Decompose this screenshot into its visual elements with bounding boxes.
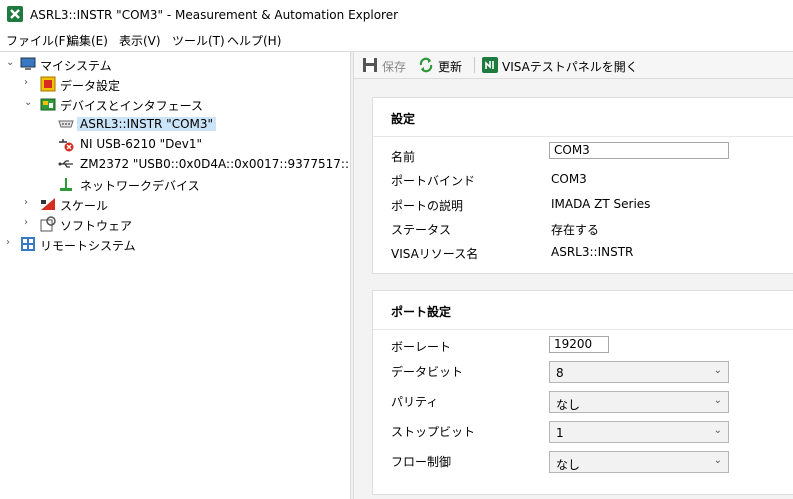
parity-value: なし xyxy=(556,398,581,412)
tree-item-data-settings[interactable]: › データ設定 xyxy=(0,74,340,94)
save-icon xyxy=(362,57,378,73)
status-value: 存在する xyxy=(551,223,600,237)
properties-pane: 保存 更新 VISAテストパネルを開く 設定 名前 COM3 ポートバインド C… xyxy=(354,52,793,499)
toolbar-separator xyxy=(474,57,475,73)
remote-icon xyxy=(20,236,36,252)
visa-test-panel-label: VISAテストパネルを開く xyxy=(502,60,638,74)
menu-help[interactable]: ヘルプ(H) xyxy=(227,32,281,49)
chevron-down-icon[interactable]: ⌄ xyxy=(6,57,16,69)
tree-item-label: リモートシステム xyxy=(40,239,136,253)
stop-bits-value: 1 xyxy=(556,426,564,440)
port-description-label: ポートの説明 xyxy=(391,199,464,213)
usb-error-icon xyxy=(58,136,74,152)
refresh-icon xyxy=(418,57,434,73)
title-bar: ASRL3::INSTR "COM3" - Measurement & Auto… xyxy=(0,0,793,30)
chevron-right-icon[interactable]: › xyxy=(24,197,34,209)
tree-item-label: ZM2372 "USB0::0x0D4A::0x0017::9377517::I… xyxy=(80,157,391,171)
tree-item-network-devices[interactable]: ネットワークデバイス xyxy=(0,174,340,194)
computer-icon xyxy=(20,56,36,72)
tree-item-label: データ設定 xyxy=(60,79,121,93)
chevron-right-icon[interactable]: › xyxy=(6,237,16,249)
mx-app-icon xyxy=(7,6,23,22)
tree-item-devices[interactable]: ⌄ デバイスとインタフェース xyxy=(0,94,340,114)
menu-tools[interactable]: ツール(T) xyxy=(172,32,225,49)
scale-icon xyxy=(40,196,56,212)
chevron-down-icon: ⌄ xyxy=(713,455,722,466)
flow-control-select[interactable]: なし ⌄ xyxy=(549,451,729,473)
tree-item-my-system[interactable]: ⌄ マイシステム xyxy=(0,54,340,74)
save-button[interactable]: 保存 xyxy=(362,56,410,74)
ni-logo-icon xyxy=(482,57,498,73)
network-icon xyxy=(58,176,74,192)
menu-file[interactable]: ファイル(F) xyxy=(6,32,70,49)
serial-port-icon xyxy=(58,116,74,132)
chevron-down-icon[interactable]: ⌄ xyxy=(24,97,34,109)
chevron-right-icon[interactable]: › xyxy=(24,217,34,229)
tree-item-scales[interactable]: › スケール xyxy=(0,194,340,214)
port-settings-title: ポート設定 xyxy=(391,305,452,319)
tree-item-usb6210[interactable]: NI USB-6210 "Dev1" xyxy=(0,134,340,154)
chevron-down-icon: ⌄ xyxy=(713,395,722,406)
port-binding-value: COM3 xyxy=(551,172,587,186)
menu-edit[interactable]: 編集(E) xyxy=(67,32,108,49)
tree-item-label: NI USB-6210 "Dev1" xyxy=(80,137,203,151)
status-label: ステータス xyxy=(391,223,452,237)
tree-item-asrl3[interactable]: ASRL3::INSTR "COM3" xyxy=(0,114,340,134)
save-label: 保存 xyxy=(382,60,407,74)
flow-control-value: なし xyxy=(556,458,581,472)
refresh-button[interactable]: 更新 xyxy=(418,56,468,74)
tree-item-remote-systems[interactable]: › リモートシステム xyxy=(0,234,340,254)
tree-item-software[interactable]: › ソフトウェア xyxy=(0,214,340,234)
panel-divider xyxy=(373,136,793,137)
port-description-value: IMADA ZT Series xyxy=(551,197,651,211)
tree-item-label: マイシステム xyxy=(40,59,112,73)
settings-panel: 設定 名前 COM3 ポートバインド COM3 ポートの説明 IMADA ZT … xyxy=(372,97,793,274)
name-label: 名前 xyxy=(391,150,416,164)
baud-rate-field[interactable]: 19200 xyxy=(549,336,609,353)
tree-item-label: デバイスとインタフェース xyxy=(60,99,204,113)
usb-icon xyxy=(58,156,74,172)
chevron-right-icon[interactable]: › xyxy=(24,77,34,89)
chevron-down-icon: ⌄ xyxy=(713,365,722,376)
toolbar: 保存 更新 VISAテストパネルを開く xyxy=(354,52,793,79)
tree-item-label: ソフトウェア xyxy=(60,219,133,233)
flow-control-label: フロー制御 xyxy=(391,455,452,469)
tree-item-label: スケール xyxy=(60,199,109,213)
port-binding-label: ポートバインド xyxy=(391,174,476,188)
parity-select[interactable]: なし ⌄ xyxy=(549,391,729,413)
visa-test-panel-button[interactable]: VISAテストパネルを開く xyxy=(482,56,642,74)
menu-bar: ファイル(F) 編集(E) 表示(V) ツール(T) ヘルプ(H) xyxy=(0,30,793,50)
chevron-down-icon: ⌄ xyxy=(713,425,722,436)
tree-item-label: ネットワークデバイス xyxy=(80,179,200,193)
panel-divider xyxy=(373,329,793,330)
name-field[interactable]: COM3 xyxy=(549,142,729,159)
software-icon xyxy=(40,216,56,232)
stop-bits-label: ストップビット xyxy=(391,425,476,439)
refresh-label: 更新 xyxy=(438,60,463,74)
port-settings-panel: ポート設定 ボーレート 19200 データビット 8 ⌄ パリティ なし ⌄ ス… xyxy=(372,290,793,495)
data-bits-select[interactable]: 8 ⌄ xyxy=(549,361,729,383)
data-bits-value: 8 xyxy=(556,366,564,380)
menu-view[interactable]: 表示(V) xyxy=(119,32,161,49)
parity-label: パリティ xyxy=(391,395,439,409)
visa-resource-label: VISAリソース名 xyxy=(391,247,479,261)
stop-bits-select[interactable]: 1 ⌄ xyxy=(549,421,729,443)
baud-rate-label: ボーレート xyxy=(391,340,452,354)
data-bits-label: データビット xyxy=(391,365,464,379)
window-title: ASRL3::INSTR "COM3" - Measurement & Auto… xyxy=(30,8,399,22)
tree-item-zm2372[interactable]: ZM2372 "USB0::0x0D4A::0x0017::9377517::I… xyxy=(0,154,390,174)
config-tree: ⌄ マイシステム › データ設定 ⌄ デバイスとインタフェース ASRL3::I… xyxy=(0,52,390,499)
visa-resource-value: ASRL3::INSTR xyxy=(551,245,634,259)
devices-icon xyxy=(40,96,56,112)
tree-item-label: ASRL3::INSTR "COM3" xyxy=(77,117,217,131)
data-icon xyxy=(40,76,56,92)
settings-title: 設定 xyxy=(391,112,416,126)
